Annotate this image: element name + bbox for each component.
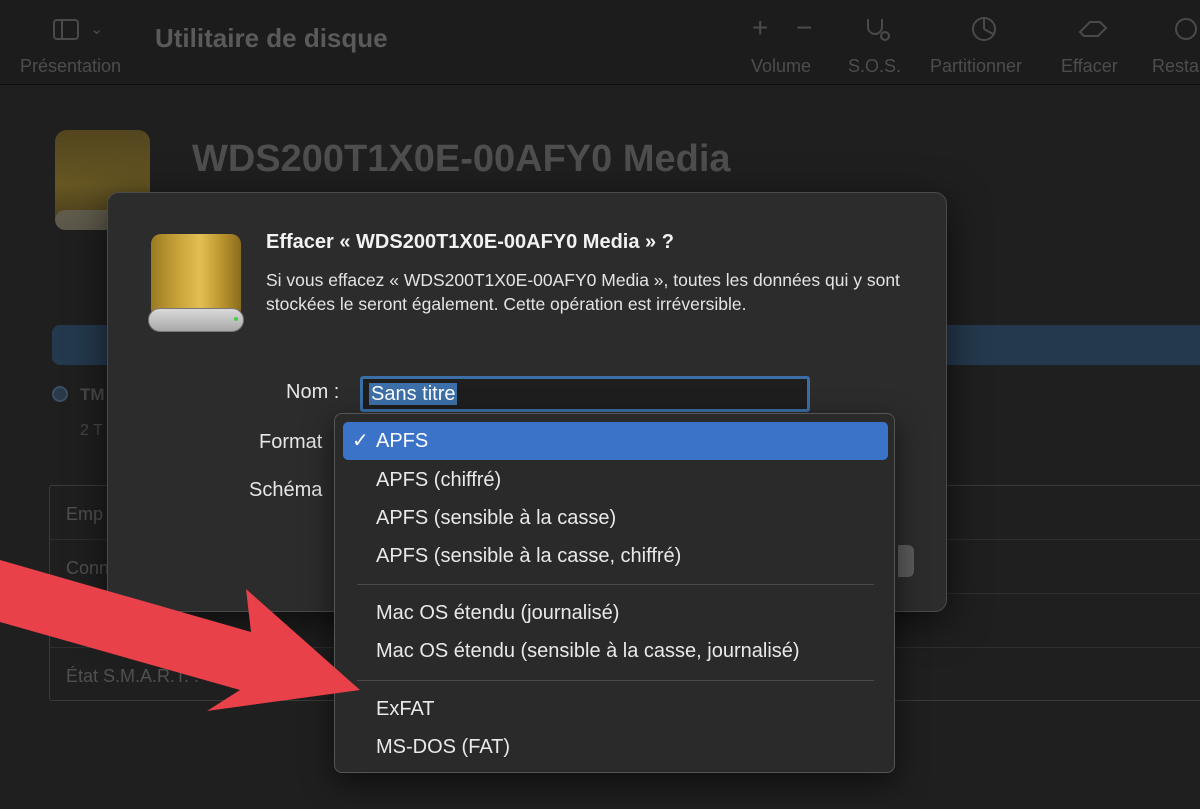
row-label: État S.M.A.R.T. : [66, 666, 200, 686]
menu-item-label: APFS (sensible à la casse, chiffré) [376, 545, 682, 567]
name-field[interactable]: Sans titre [360, 376, 810, 412]
menu-item-apfs[interactable]: ✓ APFS [343, 422, 888, 460]
app-title: Utilitaire de disque [155, 23, 388, 53]
erase-button-label[interactable]: Effacer [1061, 56, 1118, 77]
sidebar-icon [53, 19, 79, 40]
menu-item-label: ExFAT [376, 698, 435, 720]
menu-item-label: Mac OS étendu (sensible à la casse, jour… [376, 640, 800, 662]
menu-item-apfs-case-sensitive-encrypted[interactable]: APFS (sensible à la casse, chiffré) [343, 537, 888, 575]
menu-item-mac-os-extended-case-sensitive[interactable]: Mac OS étendu (sensible à la casse, jour… [343, 632, 888, 670]
presentation-label: Présentation [20, 56, 122, 76]
erase-confirm-button[interactable] [898, 545, 914, 577]
dialog-message: Si vous effacez « WDS200T1X0E-00AFY0 Med… [266, 270, 900, 314]
menu-separator [357, 680, 874, 681]
menu-item-label: APFS (sensible à la casse) [376, 507, 617, 529]
row-label: Conn [66, 558, 110, 578]
row-label: Emp [66, 504, 104, 524]
format-label: Format [259, 431, 323, 453]
menu-item-label: MS-DOS (FAT) [376, 736, 511, 758]
scheme-label: Schéma [249, 479, 323, 501]
sidebar-toggle-button[interactable]: ⌄ [48, 18, 112, 44]
menu-item-ms-dos-fat[interactable]: MS-DOS (FAT) [343, 728, 888, 766]
name-label: Nom : [286, 381, 340, 403]
checkmark-icon: ✓ [352, 430, 369, 452]
sos-button-label[interactable]: S.O.S. [848, 56, 901, 77]
toolbar: ⌄ Présentation Utilitaire de disque + − … [0, 0, 1200, 85]
name-value[interactable]: Sans titre [369, 383, 458, 405]
menu-separator [357, 584, 874, 585]
partition-button-label[interactable]: Partitionner [930, 56, 1022, 77]
dialog-title: Effacer « WDS200T1X0E-00AFY0 Media » ? [266, 231, 674, 253]
stethoscope-icon[interactable] [862, 16, 892, 44]
external-drive-icon [148, 234, 244, 332]
partition-icon[interactable] [970, 15, 998, 43]
restore-icon[interactable] [1172, 15, 1200, 43]
row-label: Tab tion : [66, 612, 140, 632]
restore-button-label[interactable]: Resta [1152, 56, 1199, 77]
erase-icon[interactable] [1076, 16, 1110, 42]
add-volume-icon[interactable]: + [752, 14, 768, 42]
menu-item-label: Mac OS étendu (journalisé) [376, 602, 620, 624]
chevron-down-icon: ⌄ [90, 21, 104, 38]
volume-name: TM [80, 385, 105, 404]
menu-item-exfat[interactable]: ExFAT [343, 690, 888, 728]
disk-title: WDS200T1X0E-00AFY0 Media [192, 138, 731, 180]
menu-item-apfs-encrypted[interactable]: APFS (chiffré) [343, 461, 888, 499]
remove-volume-icon[interactable]: − [796, 14, 812, 42]
menu-item-label: APFS (chiffré) [376, 469, 502, 491]
volume-button-label[interactable]: Volume [751, 56, 811, 77]
volume-size: 2 T [80, 422, 103, 439]
menu-item-apfs-case-sensitive[interactable]: APFS (sensible à la casse) [343, 499, 888, 537]
menu-item-label: APFS [376, 430, 429, 452]
format-dropdown-menu: ✓ APFS APFS (chiffré) APFS (sensible à l… [334, 413, 895, 773]
volume-color-dot [52, 386, 68, 402]
menu-item-mac-os-extended[interactable]: Mac OS étendu (journalisé) [343, 594, 888, 632]
